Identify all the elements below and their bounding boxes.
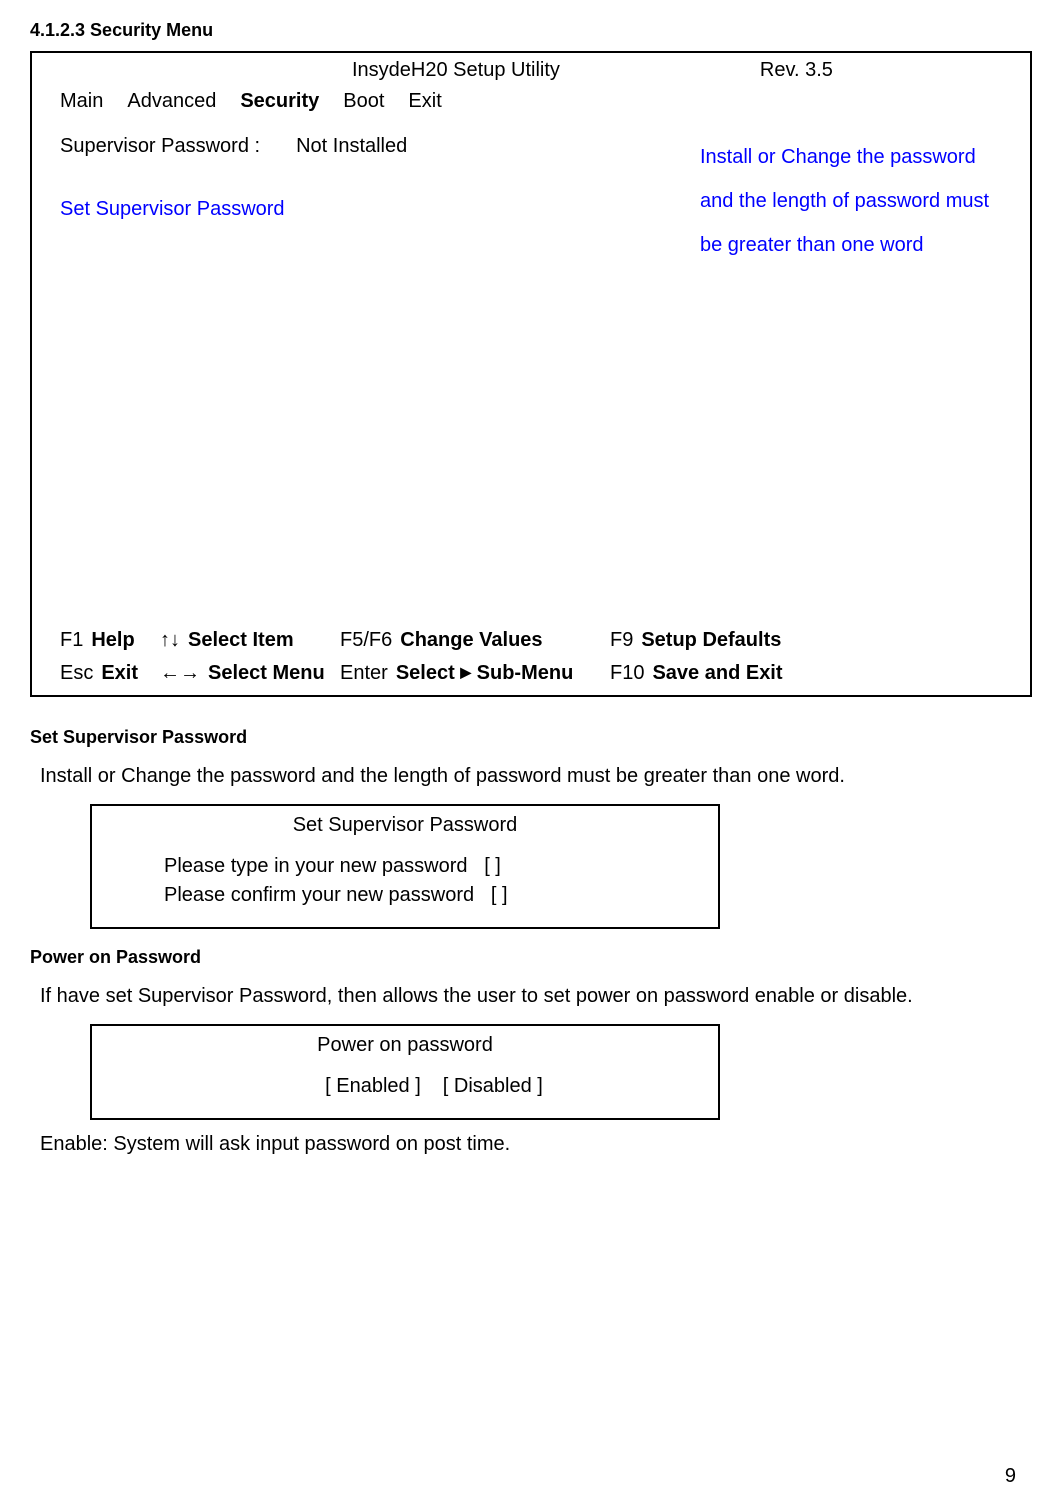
bios-title: InsydeH20 Setup Utility [352,59,560,82]
bios-window: InsydeH20 Setup Utility Rev. 3.5 Main Ad… [30,51,1032,697]
tab-boot[interactable]: Boot [343,90,384,113]
dialog-power-on-password: Power on password [ Enabled ] [ Disabled… [90,1024,720,1120]
tab-exit[interactable]: Exit [408,90,441,113]
confirm-password-label: Please confirm your new password [164,884,474,906]
footer-save-and-exit: F10 Save and Exit [610,662,840,685]
new-password-row: Please type in your new password [ ] [106,855,704,878]
option-disabled[interactable]: [ Disabled ] [443,1075,543,1098]
bios-revision: Rev. 3.5 [760,59,833,82]
footer-help: F1 Help [60,629,160,652]
dialog-set-supervisor-password: Set Supervisor Password Please type in y… [90,804,720,929]
option-enabled[interactable]: [ Enabled ] [325,1075,421,1098]
set-supervisor-password-item[interactable]: Set Supervisor Password [60,198,700,221]
tab-security[interactable]: Security [240,90,319,113]
section-number: 4.1.2.3 Security Menu [30,20,1032,41]
tab-main[interactable]: Main [60,90,103,113]
text-set-supervisor-description: Install or Change the password and the l… [40,762,1032,790]
heading-set-supervisor-password: Set Supervisor Password [30,727,1032,748]
confirm-password-input[interactable]: [ ] [491,884,535,907]
bios-help-text: Install or Change the password and the l… [700,135,1010,609]
tab-advanced[interactable]: Advanced [127,90,216,113]
bios-footer: F1 Help ↑↓ Select Item F5/F6 Change Valu… [32,619,1030,695]
footer-change-values: F5/F6 Change Values [340,629,610,652]
footer-exit: Esc Exit [60,662,160,685]
text-power-on-description: If have set Supervisor Password, then al… [40,982,1032,1010]
dialog-title: Set Supervisor Password [106,814,704,837]
supervisor-password-label: Supervisor Password : [60,135,288,158]
heading-power-on-password: Power on Password [30,947,1032,968]
confirm-password-row: Please confirm your new password [ ] [106,884,704,907]
text-power-on-note: Enable: System will ask input password o… [40,1130,1032,1158]
footer-select-submenu: Enter Select ▶ Sub-Menu [340,662,610,685]
footer-select-item: ↑↓ Select Item [160,629,340,652]
footer-select-menu: ←→ Select Menu [160,662,340,685]
supervisor-password-value: Not Installed [296,135,407,158]
dialog-title: Power on password [106,1034,704,1057]
new-password-input[interactable]: [ ] [484,855,528,878]
bios-tabs: Main Advanced Security Boot Exit [32,82,1030,123]
triangle-right-icon: ▶ [460,664,471,681]
new-password-label: Please type in your new password [164,855,468,877]
page-number: 9 [1005,1465,1016,1488]
footer-setup-defaults: F9 Setup Defaults [610,629,840,652]
